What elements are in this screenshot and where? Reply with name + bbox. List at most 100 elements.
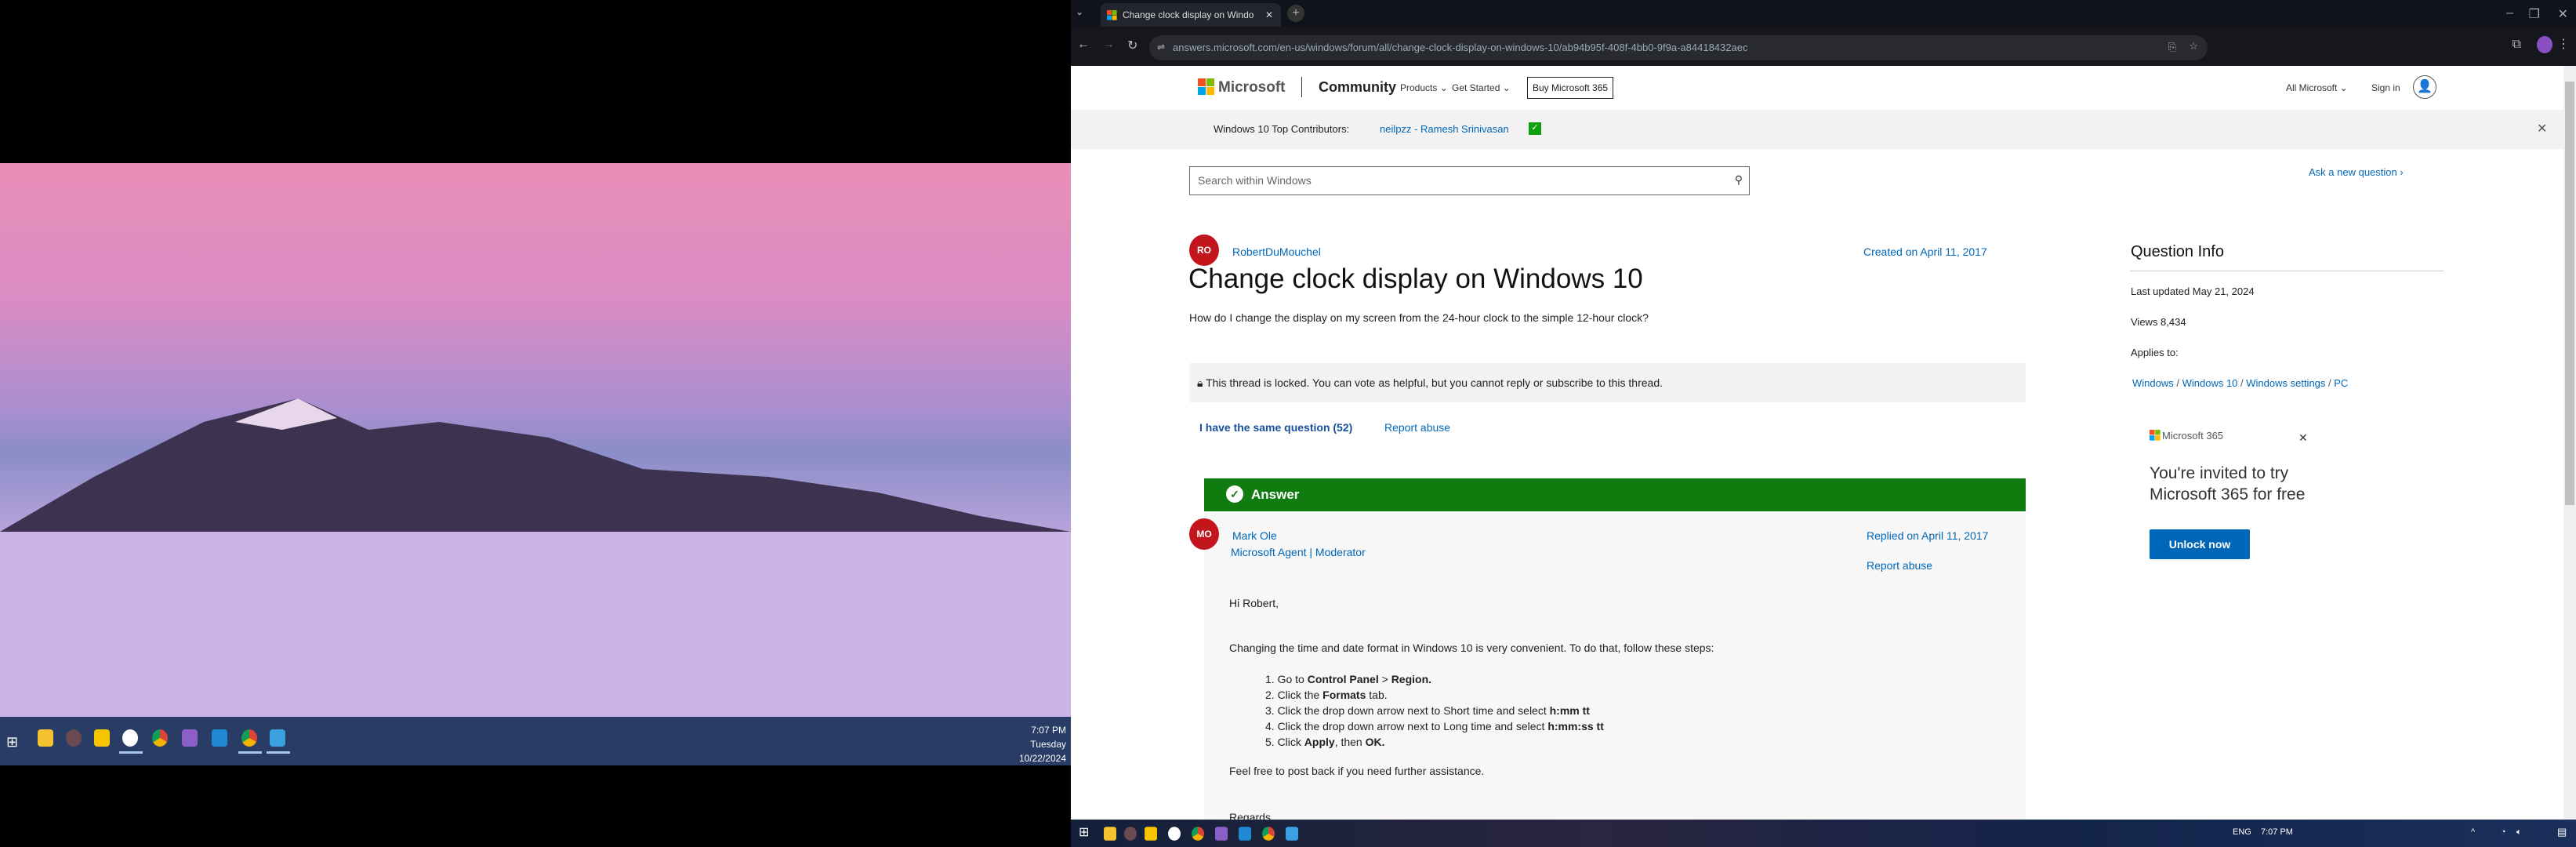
- scrollbar-thumb[interactable]: [2565, 82, 2574, 505]
- check-circle-icon: ✓: [1226, 485, 1243, 503]
- step-text: >: [1378, 673, 1391, 685]
- file-explorer-icon[interactable]: [1104, 827, 1116, 841]
- clock-time[interactable]: 7:07 PM: [1031, 725, 1066, 736]
- step-emphasis: Control Panel: [1307, 673, 1379, 685]
- applies-link[interactable]: Windows: [2132, 377, 2174, 389]
- answer-report-abuse-link[interactable]: Report abuse: [1867, 559, 1932, 572]
- role-moderator[interactable]: Moderator: [1315, 546, 1366, 558]
- forward-icon[interactable]: →: [1102, 38, 1115, 52]
- reload-icon[interactable]: ↻: [1127, 38, 1137, 53]
- brand-name[interactable]: Microsoft: [1218, 79, 1286, 96]
- minimize-icon[interactable]: –: [2506, 6, 2513, 20]
- page-title: Change clock display on Windows 10: [1188, 264, 1643, 294]
- applies-link[interactable]: Windows 10: [2182, 377, 2238, 389]
- search-input[interactable]: Search within Windows ⚲: [1189, 166, 1750, 195]
- search-icon[interactable]: ⚲: [1735, 173, 1743, 187]
- locked-notice: 🔒︎ This thread is locked. You can vote a…: [1189, 363, 2026, 402]
- close-window-icon[interactable]: ✕: [2558, 6, 2568, 22]
- question-author[interactable]: RobertDuMouchel: [1232, 245, 1321, 258]
- microsoft-logo-icon[interactable]: [1198, 78, 1214, 95]
- zalo-icon[interactable]: [1168, 827, 1181, 841]
- last-updated: Last updated May 21, 2024: [2131, 285, 2255, 297]
- sticky-notes-icon[interactable]: [1145, 827, 1157, 841]
- zalo-icon[interactable]: [122, 729, 138, 747]
- applies-link[interactable]: PC: [2334, 377, 2348, 389]
- nav-label: Get Started: [1452, 82, 1500, 93]
- tab-active[interactable]: Change clock display on Windo ✕: [1101, 3, 1281, 27]
- close-ad-icon[interactable]: ✕: [2298, 431, 2308, 445]
- question-info-title: Question Info: [2131, 243, 2224, 260]
- nav-get-started[interactable]: Get Started ⌄: [1452, 82, 1511, 93]
- visual-studio-icon[interactable]: [1215, 827, 1228, 841]
- views-count: Views 8,434: [2131, 316, 2186, 328]
- running-indicator: [238, 751, 262, 754]
- menu-icon[interactable]: ⋮: [2557, 36, 2570, 52]
- step-text: 3. Click the drop down arrow next to Sho…: [1265, 704, 1550, 717]
- network-icon[interactable]: ◔: [2501, 827, 2506, 837]
- new-tab-icon[interactable]: +: [1287, 5, 1304, 22]
- applies-link[interactable]: Windows settings: [2246, 377, 2325, 389]
- taskbar-right: ⊞ ^ ◔ 🔈︎ ENG 7:07 PM ▤: [1071, 820, 2576, 847]
- report-abuse-link[interactable]: Report abuse: [1384, 421, 1450, 434]
- profile-avatar[interactable]: [2537, 36, 2552, 53]
- user-icon[interactable]: 👤: [2413, 75, 2436, 99]
- tab-search-icon[interactable]: ⌄: [1076, 6, 1083, 17]
- chrome-profile-icon[interactable]: [1262, 827, 1275, 841]
- volume-icon[interactable]: 🔈︎: [2516, 827, 2522, 838]
- file-explorer-icon[interactable]: [38, 729, 53, 747]
- extensions-icon[interactable]: ⧉: [2513, 38, 2521, 52]
- media-player-icon[interactable]: [1124, 827, 1137, 841]
- desktop-wallpaper: [0, 163, 1071, 718]
- notifications-icon[interactable]: ▤: [2557, 826, 2567, 838]
- clock-day: Tuesday: [1030, 739, 1066, 750]
- clock-date: 10/22/2024: [1018, 753, 1066, 764]
- chrome-profile-icon[interactable]: [241, 729, 257, 747]
- close-tab-icon[interactable]: ✕: [1265, 9, 1273, 20]
- step-text: 2. Click the: [1265, 689, 1323, 701]
- divider: [1301, 77, 1302, 97]
- taskbar-clock[interactable]: 7:07 PM: [2261, 827, 2293, 837]
- contributors-banner: Windows 10 Top Contributors: neilpzz - R…: [1071, 110, 2563, 149]
- sign-in-link[interactable]: Sign in: [2371, 82, 2400, 93]
- role-agent[interactable]: Microsoft Agent: [1231, 546, 1307, 558]
- taskbar-left: ⊞ 7:07 PM Tuesday 10/22/2024: [0, 717, 1071, 765]
- sticky-notes-icon[interactable]: [94, 729, 110, 747]
- address-bar[interactable]: ⇌ answers.microsoft.com/en-us/windows/fo…: [1149, 35, 2208, 60]
- same-question-button[interactable]: I have the same question (52): [1199, 421, 1352, 434]
- back-icon[interactable]: ←: [1077, 38, 1090, 52]
- visual-studio-icon[interactable]: [182, 729, 198, 747]
- chrome-icon[interactable]: [1192, 827, 1204, 841]
- control-panel-icon[interactable]: [1286, 827, 1298, 841]
- control-panel-icon[interactable]: [270, 729, 285, 747]
- community-link[interactable]: Community: [1319, 79, 1396, 96]
- ask-new-question-link[interactable]: Ask a new question ›: [2309, 166, 2404, 178]
- vscode-icon[interactable]: [1239, 827, 1251, 841]
- site-info-icon[interactable]: ⇌: [1157, 42, 1165, 53]
- steps-list: 1. Go to Control Panel > Region. 2. Click…: [1265, 671, 1604, 750]
- ad-headline-2: Microsoft 365 for free: [2150, 485, 2306, 503]
- translate-icon[interactable]: ⎘: [2168, 41, 2176, 53]
- windows-start-icon[interactable]: ⊞: [1079, 824, 1089, 840]
- running-indicator: [119, 751, 143, 754]
- avatar[interactable]: RO: [1189, 234, 1219, 266]
- close-banner-icon[interactable]: ✕: [2537, 121, 2547, 136]
- step-emphasis: Region.: [1391, 673, 1432, 685]
- ad-headline-1: You're invited to try: [2150, 464, 2289, 482]
- media-player-icon[interactable]: [66, 729, 82, 747]
- unlock-now-button[interactable]: Unlock now: [2150, 529, 2250, 559]
- windows-start-icon[interactable]: ⊞: [6, 734, 18, 751]
- contributor-links[interactable]: neilpzz - Ramesh Srinivasan: [1380, 123, 1509, 135]
- question-body: How do I change the display on my screen…: [1189, 311, 1649, 324]
- tray-overflow-icon[interactable]: ^: [2471, 827, 2475, 837]
- nav-products[interactable]: Products ⌄: [1400, 82, 1448, 93]
- all-microsoft-menu[interactable]: All Microsoft ⌄: [2286, 82, 2348, 93]
- buy-microsoft-365-button[interactable]: Buy Microsoft 365: [1527, 77, 1614, 99]
- chrome-icon[interactable]: [152, 729, 168, 747]
- answer-author[interactable]: Mark Ole: [1232, 529, 1277, 542]
- language-indicator[interactable]: ENG: [2233, 827, 2251, 837]
- maximize-icon[interactable]: ❐: [2529, 6, 2540, 22]
- avatar[interactable]: MO: [1189, 518, 1219, 550]
- bookmark-star-icon[interactable]: ☆: [2189, 40, 2198, 53]
- vscode-icon[interactable]: [212, 729, 227, 747]
- step-item: 1. Go to Control Panel > Region.: [1265, 671, 1604, 687]
